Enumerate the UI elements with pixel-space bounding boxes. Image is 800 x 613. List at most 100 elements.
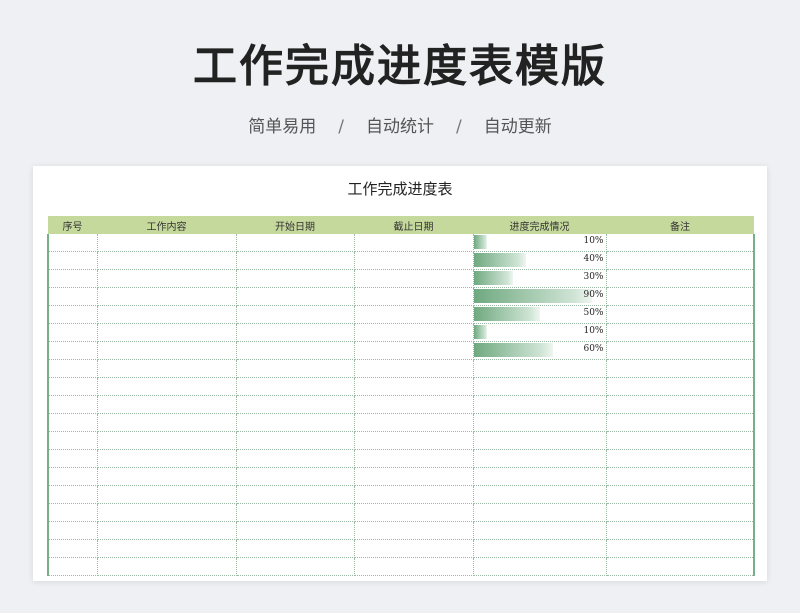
cell-due-date[interactable] [354, 503, 474, 522]
cell-due-date[interactable] [354, 323, 474, 342]
cell-index[interactable] [47, 539, 98, 558]
cell-due-date[interactable] [354, 287, 474, 306]
cell-start-date[interactable] [236, 234, 355, 252]
cell-progress[interactable] [473, 539, 607, 558]
cell-due-date[interactable] [354, 251, 474, 270]
cell-task[interactable] [97, 251, 237, 270]
cell-index[interactable] [47, 234, 98, 252]
cell-index[interactable] [47, 395, 98, 414]
cell-notes[interactable] [606, 305, 755, 324]
cell-index[interactable] [47, 269, 98, 288]
cell-due-date[interactable] [354, 305, 474, 324]
cell-task[interactable] [97, 395, 237, 414]
cell-start-date[interactable] [236, 431, 355, 450]
cell-start-date[interactable] [236, 251, 355, 270]
cell-notes[interactable] [606, 359, 755, 378]
cell-task[interactable] [97, 377, 237, 396]
cell-progress[interactable]: 50% [473, 305, 607, 324]
cell-progress[interactable] [473, 485, 607, 504]
cell-task[interactable] [97, 341, 237, 360]
cell-notes[interactable] [606, 395, 755, 414]
cell-start-date[interactable] [236, 503, 355, 522]
cell-notes[interactable] [606, 485, 755, 504]
cell-progress[interactable] [473, 395, 607, 414]
cell-due-date[interactable] [354, 234, 474, 252]
cell-due-date[interactable] [354, 431, 474, 450]
cell-task[interactable] [97, 449, 237, 468]
cell-due-date[interactable] [354, 341, 474, 360]
cell-start-date[interactable] [236, 467, 355, 486]
cell-index[interactable] [47, 323, 98, 342]
cell-notes[interactable] [606, 431, 755, 450]
cell-due-date[interactable] [354, 413, 474, 432]
cell-task[interactable] [97, 413, 237, 432]
cell-progress[interactable]: 90% [473, 287, 607, 306]
cell-progress[interactable] [473, 557, 607, 576]
cell-start-date[interactable] [236, 449, 355, 468]
cell-start-date[interactable] [236, 557, 355, 576]
cell-index[interactable] [47, 485, 98, 504]
cell-task[interactable] [97, 305, 237, 324]
cell-notes[interactable] [606, 557, 755, 576]
cell-start-date[interactable] [236, 305, 355, 324]
cell-notes[interactable] [606, 521, 755, 540]
cell-notes[interactable] [606, 539, 755, 558]
cell-start-date[interactable] [236, 413, 355, 432]
cell-start-date[interactable] [236, 323, 355, 342]
cell-index[interactable] [47, 359, 98, 378]
cell-index[interactable] [47, 449, 98, 468]
cell-index[interactable] [47, 467, 98, 486]
cell-index[interactable] [47, 377, 98, 396]
cell-start-date[interactable] [236, 341, 355, 360]
cell-progress[interactable] [473, 449, 607, 468]
cell-index[interactable] [47, 251, 98, 270]
cell-progress[interactable] [473, 377, 607, 396]
cell-progress[interactable]: 30% [473, 269, 607, 288]
cell-task[interactable] [97, 521, 237, 540]
cell-task[interactable] [97, 269, 237, 288]
cell-progress[interactable]: 10% [473, 234, 607, 252]
cell-notes[interactable] [606, 377, 755, 396]
cell-due-date[interactable] [354, 557, 474, 576]
cell-index[interactable] [47, 305, 98, 324]
cell-due-date[interactable] [354, 485, 474, 504]
cell-notes[interactable] [606, 449, 755, 468]
cell-start-date[interactable] [236, 377, 355, 396]
cell-due-date[interactable] [354, 467, 474, 486]
cell-index[interactable] [47, 521, 98, 540]
cell-notes[interactable] [606, 341, 755, 360]
cell-progress[interactable] [473, 431, 607, 450]
cell-due-date[interactable] [354, 449, 474, 468]
cell-due-date[interactable] [354, 395, 474, 414]
cell-index[interactable] [47, 503, 98, 522]
cell-task[interactable] [97, 539, 237, 558]
cell-due-date[interactable] [354, 359, 474, 378]
cell-notes[interactable] [606, 323, 755, 342]
header-progress[interactable]: 进度完成情况 [473, 216, 606, 234]
cell-progress[interactable] [473, 413, 607, 432]
cell-notes[interactable] [606, 467, 755, 486]
cell-due-date[interactable] [354, 539, 474, 558]
cell-task[interactable] [97, 431, 237, 450]
cell-start-date[interactable] [236, 287, 355, 306]
cell-notes[interactable] [606, 503, 755, 522]
cell-index[interactable] [47, 341, 98, 360]
cell-progress[interactable]: 60% [473, 341, 607, 360]
cell-task[interactable] [97, 485, 237, 504]
cell-progress[interactable]: 40% [473, 251, 607, 270]
cell-task[interactable] [97, 234, 237, 252]
cell-notes[interactable] [606, 269, 755, 288]
cell-due-date[interactable] [354, 269, 474, 288]
cell-task[interactable] [97, 503, 237, 522]
header-task[interactable]: 工作内容 [97, 216, 236, 234]
cell-index[interactable] [47, 557, 98, 576]
cell-task[interactable] [97, 287, 237, 306]
cell-start-date[interactable] [236, 269, 355, 288]
cell-progress[interactable] [473, 503, 607, 522]
cell-start-date[interactable] [236, 485, 355, 504]
cell-task[interactable] [97, 557, 237, 576]
header-index[interactable]: 序号 [48, 216, 97, 234]
cell-due-date[interactable] [354, 377, 474, 396]
cell-index[interactable] [47, 413, 98, 432]
cell-index[interactable] [47, 287, 98, 306]
